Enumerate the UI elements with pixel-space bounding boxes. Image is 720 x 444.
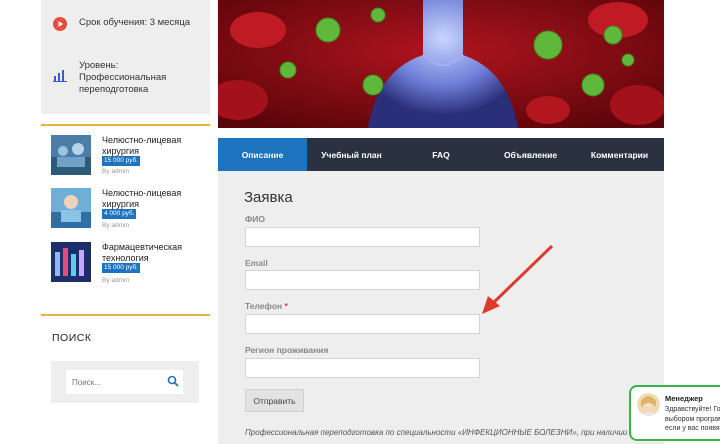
price-badge: 4 000 руб. xyxy=(102,209,137,219)
course-thumbnail[interactable] xyxy=(51,135,91,175)
course-thumbnail[interactable] xyxy=(51,242,91,282)
phone-label: Телефон * xyxy=(245,301,288,311)
course-title[interactable]: Челюстно-лицевая хирургия xyxy=(102,135,210,156)
bar-chart-icon xyxy=(53,70,67,82)
chat-manager-name: Менеджер xyxy=(665,394,703,403)
tab-faq[interactable]: FAQ xyxy=(396,138,486,171)
course-title[interactable]: Челюстно-лицевая хирургия xyxy=(102,188,210,209)
region-label: Регион проживания xyxy=(245,345,329,355)
tab-description[interactable]: Описание xyxy=(218,138,307,171)
course-item[interactable]: Челюстно-лицевая хирургия 15 000 руб. By… xyxy=(51,135,211,177)
region-field[interactable] xyxy=(245,358,480,378)
search-heading: поиск xyxy=(52,332,92,344)
name-field[interactable] xyxy=(245,227,480,247)
tab-curriculum[interactable]: Учебный план xyxy=(307,138,396,171)
divider xyxy=(41,124,210,126)
search-icon[interactable] xyxy=(167,375,179,387)
manager-avatar xyxy=(637,393,660,416)
tab-announcement[interactable]: Объявление xyxy=(486,138,575,171)
chat-message: Здравствуйте! Гото выбором программ если… xyxy=(665,406,720,432)
phone-field[interactable] xyxy=(245,314,480,334)
hero-image xyxy=(218,0,664,128)
course-author: By admin xyxy=(102,222,130,229)
program-note: Профессиональная переподготовка по специ… xyxy=(245,428,628,437)
search-widget xyxy=(51,361,199,403)
course-item[interactable]: Челюстно-лицевая хирургия 4 000 руб. By … xyxy=(51,188,211,230)
price-badge: 15 000 руб. xyxy=(102,156,141,166)
chat-widget[interactable]: Менеджер Здравствуйте! Гото выбором прог… xyxy=(629,385,720,441)
divider xyxy=(41,314,210,316)
price-badge: 15 000 руб. xyxy=(102,263,141,273)
level-text: Уровень: Профессиональная переподготовка xyxy=(79,60,167,95)
tab-comments[interactable]: Комментарии xyxy=(575,138,664,171)
email-field[interactable] xyxy=(245,270,480,290)
form-title: Заявка xyxy=(244,189,293,206)
search-input[interactable] xyxy=(66,370,183,394)
play-circle-icon xyxy=(53,17,67,31)
virus-illustration xyxy=(218,0,664,128)
course-thumbnail[interactable] xyxy=(51,188,91,228)
course-item[interactable]: Фармацевтическая технология 15 000 руб. … xyxy=(51,242,211,284)
sidebar: Срок обучения: 3 месяца Уровень: Професс… xyxy=(41,0,210,444)
duration-row: Срок обучения: 3 месяца xyxy=(53,17,190,31)
arrow-annotation xyxy=(482,244,554,314)
submit-button[interactable]: Отправить xyxy=(245,389,304,412)
course-info-box: Срок обучения: 3 месяца Уровень: Професс… xyxy=(41,0,210,114)
duration-text: Срок обучения: 3 месяца xyxy=(79,17,191,28)
email-label: Email xyxy=(245,258,268,268)
course-author: By admin xyxy=(102,168,130,175)
name-label: ФИО xyxy=(245,214,265,224)
tab-bar: Описание Учебный план FAQ Объявление Ком… xyxy=(218,138,664,171)
course-author: By admin xyxy=(102,277,130,284)
application-form: Заявка ФИО Email Телефон * Регион прожив… xyxy=(218,171,664,444)
level-row: Уровень: Профессиональная переподготовка xyxy=(53,60,179,96)
course-title[interactable]: Фармацевтическая технология xyxy=(102,242,210,263)
